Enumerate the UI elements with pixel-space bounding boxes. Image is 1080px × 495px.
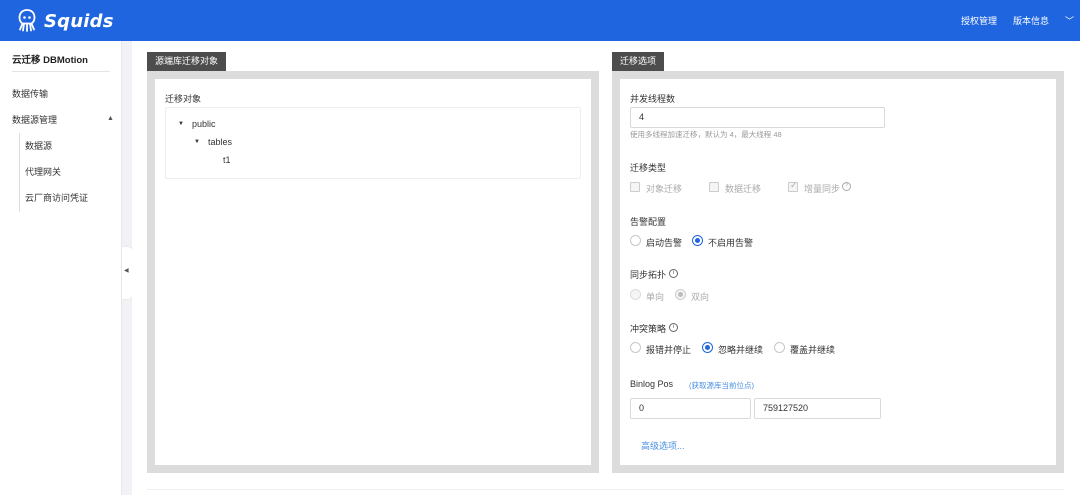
brand-name: Squids: [44, 10, 114, 32]
top-nav: 授权管理 版本信息 ﹀: [945, 14, 1074, 27]
binlog-pos-input[interactable]: 759127520: [754, 398, 881, 419]
checkbox-object-migration-label: 对象迁移: [646, 184, 683, 194]
advanced-options-link[interactable]: 高级选项...: [641, 439, 685, 452]
source-panel-tag: 源端库迁移对象: [147, 52, 227, 71]
tree-node-tables[interactable]: tables: [208, 137, 232, 147]
tree-expand-icon[interactable]: ▼: [194, 139, 200, 145]
checkbox-incremental-sync-label: 增量同步: [804, 184, 841, 194]
nav-version-info-label: 版本信息: [1012, 16, 1049, 26]
options-panel-tag: 迁移选项: [612, 52, 665, 71]
sidebar-collapse-toggle[interactable]: ◀: [122, 247, 132, 299]
info-icon[interactable]: i: [669, 323, 678, 332]
sidebar-divider: [12, 71, 110, 72]
binlog-file-input[interactable]: 0: [630, 398, 751, 419]
checkbox-data-migration[interactable]: [709, 182, 719, 192]
radio-one-way[interactable]: [630, 289, 641, 300]
migration-type-label: 迁移类型: [630, 163, 667, 173]
sidebar: 云迁移 DBMotion 数据传输 数据源管理 ▲ 数据源 代理网关 云厂商访问…: [0, 41, 122, 495]
radio-disable-alert-label: 不启用告警: [708, 238, 754, 248]
nav-license-management[interactable]: 授权管理: [961, 14, 997, 27]
threads-label: 并发线程数: [630, 94, 676, 104]
caret-up-icon[interactable]: ▲: [107, 115, 114, 122]
sidebar-subitem-proxy-gateway[interactable]: 代理网关: [25, 165, 61, 178]
sidebar-title: 云迁移 DBMotion: [12, 55, 88, 66]
brand-logo[interactable]: Squids: [14, 8, 114, 34]
conflict-strategy-label: 冲突策略: [630, 324, 667, 334]
radio-error-stop[interactable]: [630, 342, 641, 353]
checkbox-data-migration-label: 数据迁移: [725, 184, 762, 194]
sync-topology-label: 同步拓扑: [630, 270, 667, 280]
alert-config-label: 告警配置: [630, 217, 667, 227]
radio-enable-alert[interactable]: [630, 235, 641, 246]
radio-ignore-continue[interactable]: [702, 342, 713, 353]
submenu-line: [19, 133, 20, 212]
radio-ignore-continue-label: 忽略并继续: [718, 345, 764, 355]
checkbox-incremental-sync[interactable]: [788, 180, 798, 192]
tree-expand-icon[interactable]: ▼: [178, 121, 184, 127]
binlog-pos-label: Binlog Pos: [630, 379, 674, 389]
radio-overwrite-continue[interactable]: [774, 342, 785, 353]
nav-version-info[interactable]: 版本信息 ﹀: [1013, 14, 1074, 27]
threads-hint: 使用多线程加速迁移，默认为 4，最大线程 48: [630, 130, 782, 139]
sidebar-item-datasource-management[interactable]: 数据源管理: [12, 113, 57, 126]
radio-enable-alert-label: 启动告警: [646, 238, 683, 248]
radio-error-stop-label: 报错并停止: [646, 345, 692, 355]
chevron-down-icon: ﹀: [1064, 16, 1074, 26]
footer-divider: [147, 489, 1064, 490]
top-bar: Squids 授权管理 版本信息 ﹀: [0, 0, 1080, 41]
radio-disable-alert[interactable]: [692, 235, 703, 246]
radio-overwrite-continue-label: 覆盖并继续: [790, 345, 836, 355]
info-icon[interactable]: i: [669, 269, 678, 278]
info-icon[interactable]: ?: [842, 182, 851, 191]
radio-two-way-label: 双向: [691, 292, 710, 302]
threads-input[interactable]: 4: [630, 107, 885, 128]
squid-logo-icon: [18, 9, 36, 32]
tree-node-public[interactable]: public: [192, 119, 216, 129]
sidebar-subitem-cloud-credentials[interactable]: 云厂商访问凭证: [25, 191, 88, 204]
migration-object-label: 迁移对象: [165, 94, 202, 104]
caret-left-icon: ◀: [124, 268, 129, 274]
fetch-binlog-pos-link[interactable]: (获取源库当前位点): [689, 380, 754, 391]
radio-two-way[interactable]: [675, 289, 686, 300]
tree-node-t1[interactable]: t1: [223, 155, 231, 165]
sidebar-item-data-transfer[interactable]: 数据传输: [12, 87, 48, 100]
sidebar-subitem-datasource[interactable]: 数据源: [25, 139, 52, 152]
radio-one-way-label: 单向: [646, 292, 665, 302]
checkbox-object-migration[interactable]: [630, 182, 640, 192]
